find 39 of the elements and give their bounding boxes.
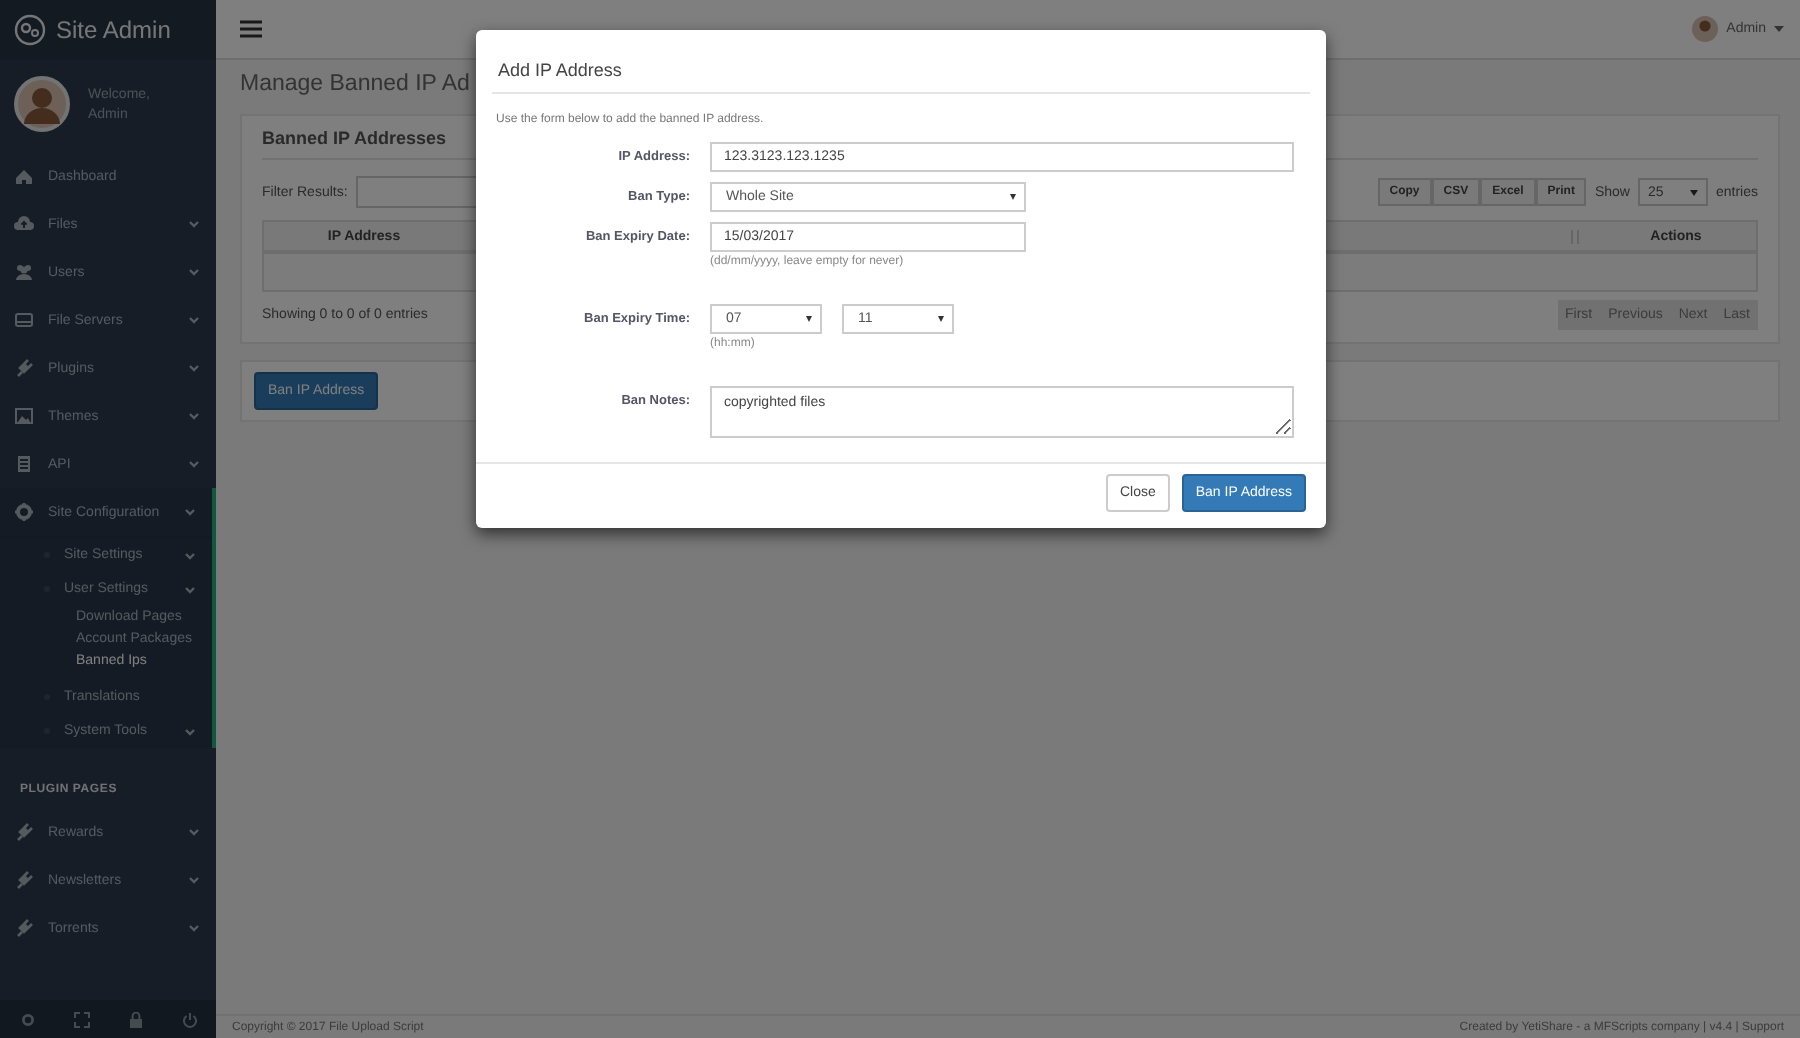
modal-title: Add IP Address — [492, 30, 1310, 94]
chevron-down-icon — [188, 876, 200, 884]
caret-icon — [938, 316, 944, 322]
image-icon — [14, 406, 34, 426]
chevron-down-icon — [184, 585, 196, 593]
menu-icon — [240, 20, 262, 38]
fullscreen-icon — [73, 1011, 89, 1027]
home-icon — [14, 166, 34, 186]
lock-icon — [127, 1011, 143, 1027]
chevron-down-icon — [184, 551, 196, 559]
avatar-icon — [14, 76, 70, 132]
plug-icon — [14, 870, 34, 890]
chevron-down-icon — [184, 508, 196, 516]
plug-icon — [14, 358, 34, 378]
chevron-down-icon — [188, 220, 200, 228]
chevron-down-icon — [188, 828, 200, 836]
avatar-icon — [1692, 16, 1719, 42]
chevron-down-icon — [184, 727, 196, 735]
caret-icon — [1774, 26, 1784, 32]
plug-icon — [14, 918, 34, 938]
cloud-upload-icon — [14, 214, 34, 234]
filter-field[interactable] — [355, 176, 480, 208]
brand-name: Site Admin — [56, 16, 171, 44]
plug-icon — [14, 822, 34, 842]
chevron-down-icon — [188, 924, 200, 932]
chevron-down-icon — [188, 460, 200, 468]
logo-icon — [14, 14, 46, 46]
power-icon — [181, 1011, 197, 1027]
caret-icon — [1689, 189, 1698, 195]
chevron-down-icon — [188, 268, 200, 276]
caret-icon — [1010, 194, 1016, 200]
chevron-down-icon — [188, 412, 200, 420]
list-icon — [14, 454, 34, 474]
page-title: Manage Banned IP Ad — [240, 72, 472, 98]
settings-icon — [19, 1011, 35, 1027]
caret-icon — [806, 316, 812, 322]
hard-drive-icon — [14, 310, 34, 330]
chevron-down-icon — [188, 316, 200, 324]
chevron-down-icon — [188, 364, 200, 372]
